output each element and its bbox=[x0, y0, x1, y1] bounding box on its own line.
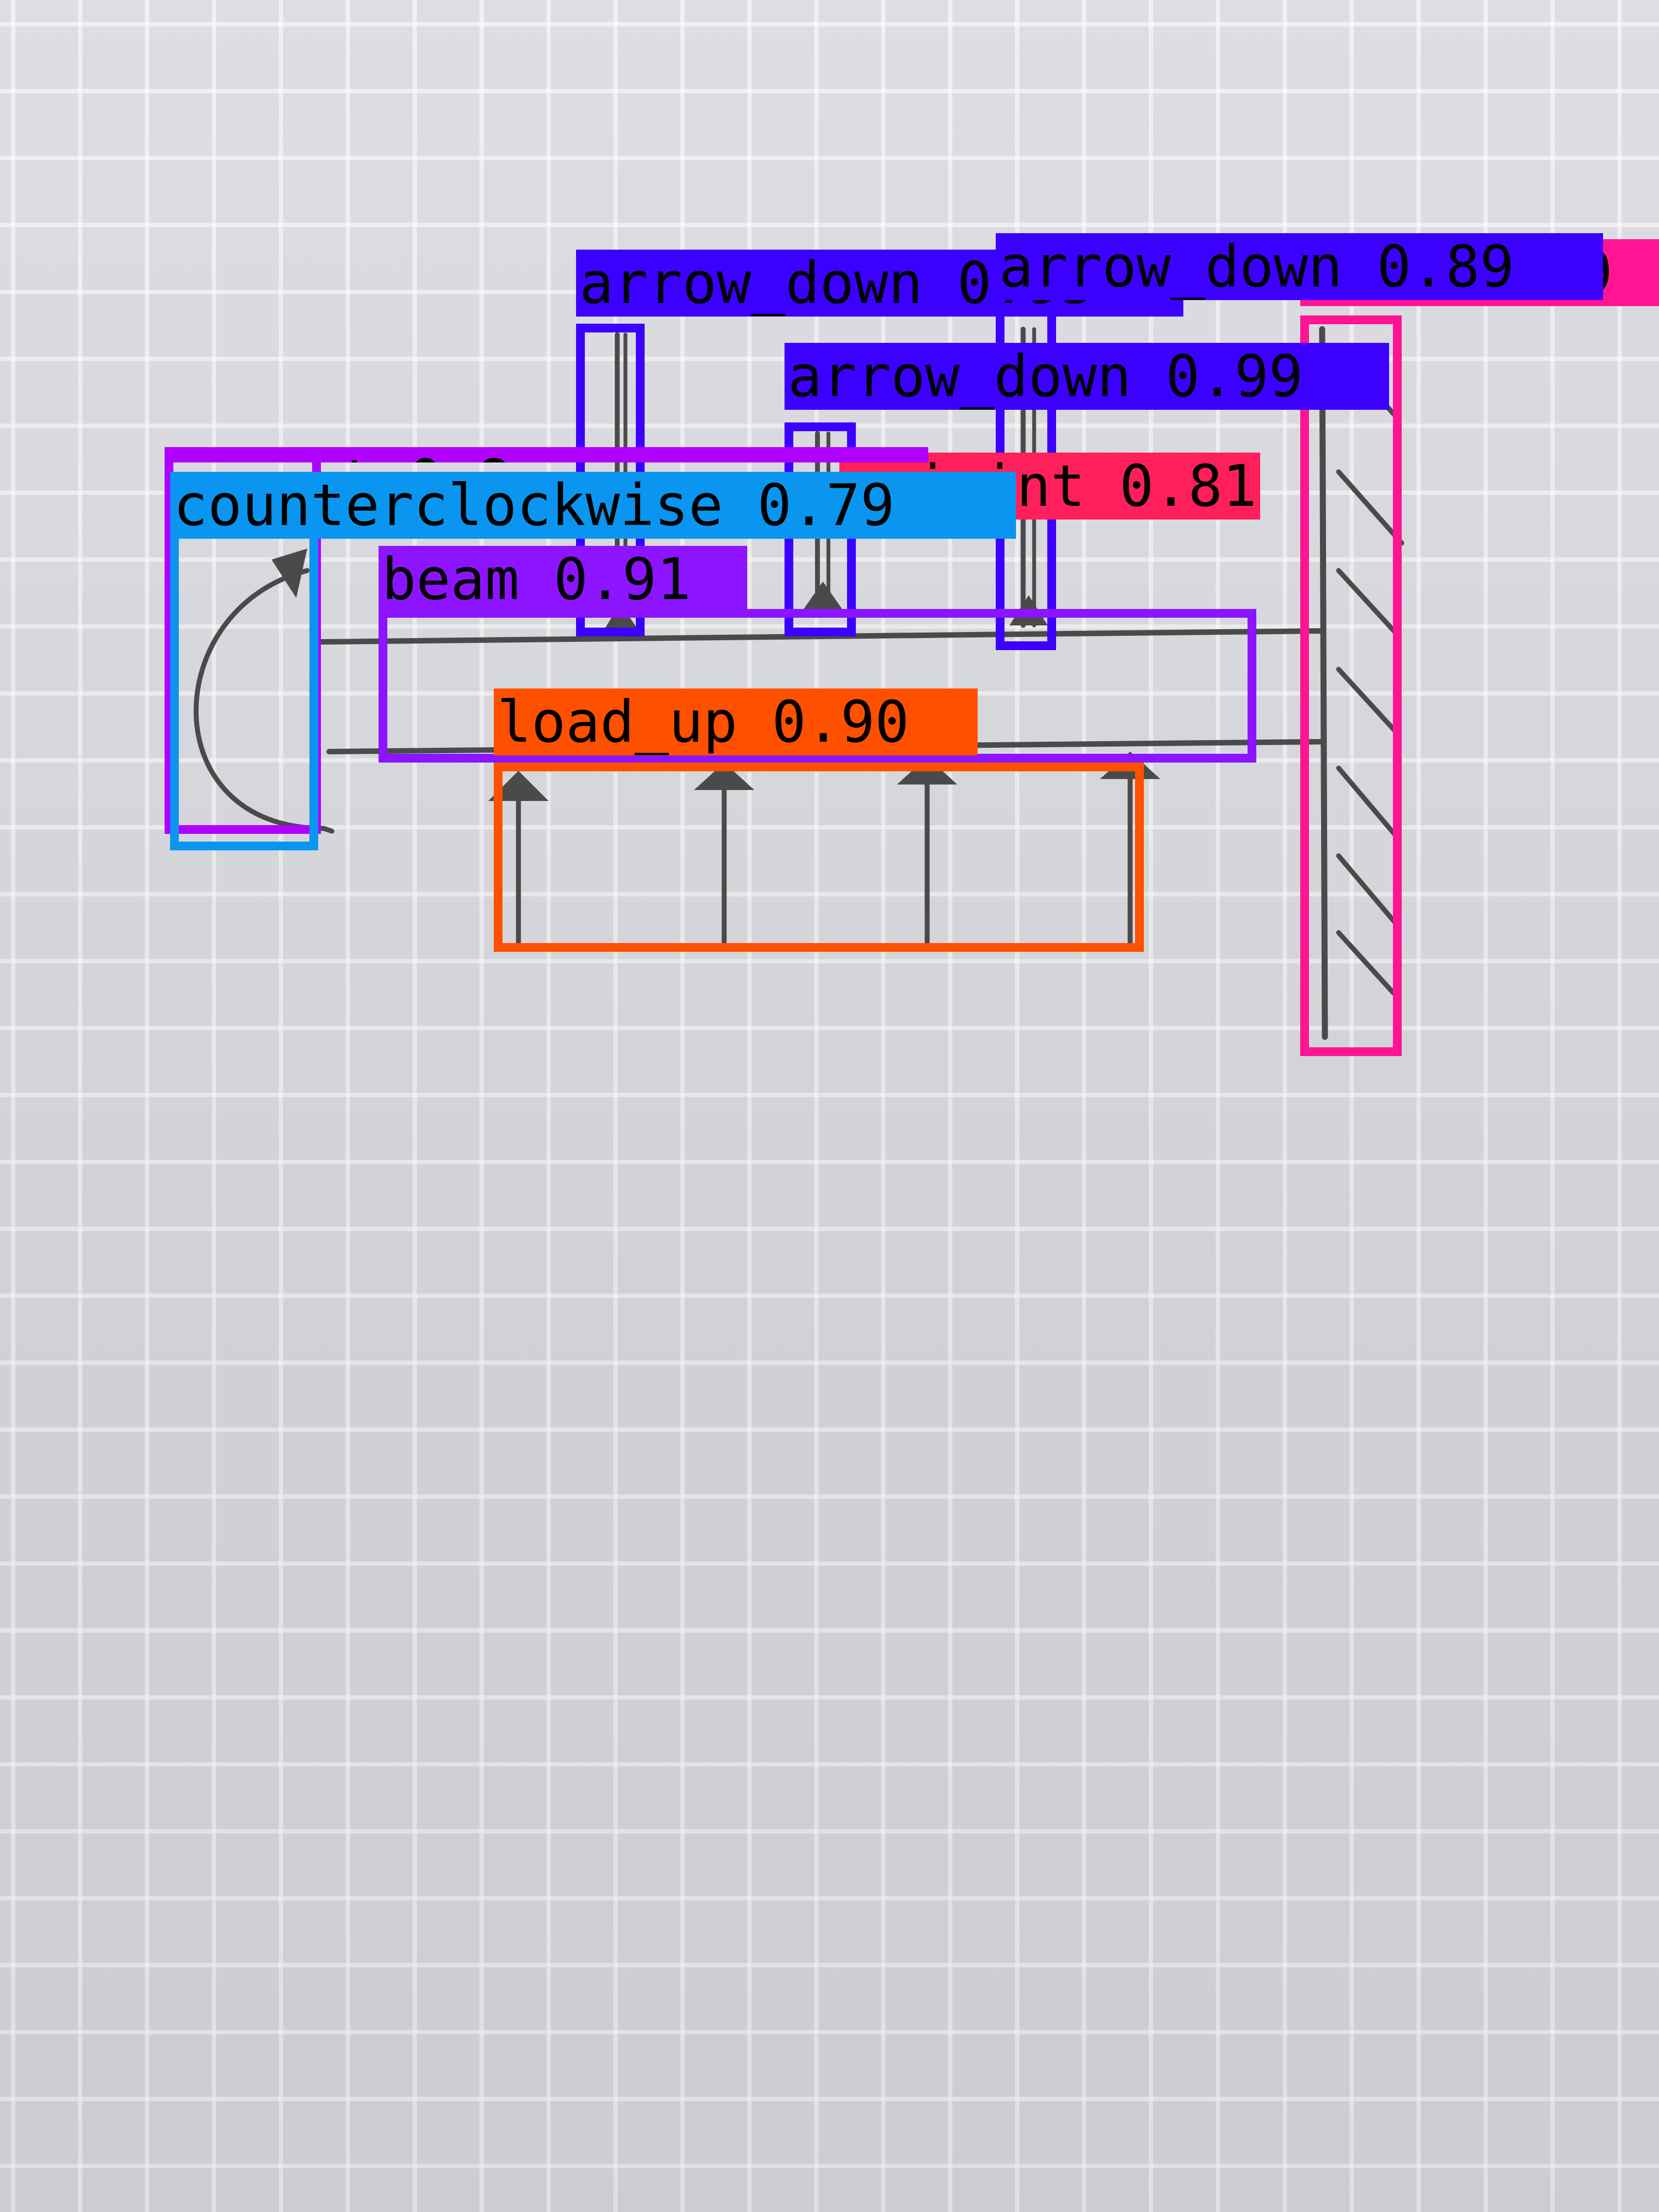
counterclockwise-label: counterclockwise 0.79 bbox=[170, 472, 1016, 539]
moment-label: moment 0.8 bbox=[165, 447, 928, 462]
arrow-down-label-2: arrow_down 0.99 bbox=[785, 343, 1389, 410]
load-up-label: load_up 0.90 bbox=[494, 689, 978, 755]
beam-label: beam 0.91 bbox=[379, 546, 747, 613]
fixed-support-box bbox=[1300, 315, 1402, 1056]
counterclockwise-box bbox=[170, 521, 318, 850]
beam-sketch bbox=[194, 326, 1404, 1040]
load-up-box bbox=[494, 763, 1144, 952]
arrow-down-label-3: arrow_down 0.89 bbox=[996, 233, 1603, 300]
